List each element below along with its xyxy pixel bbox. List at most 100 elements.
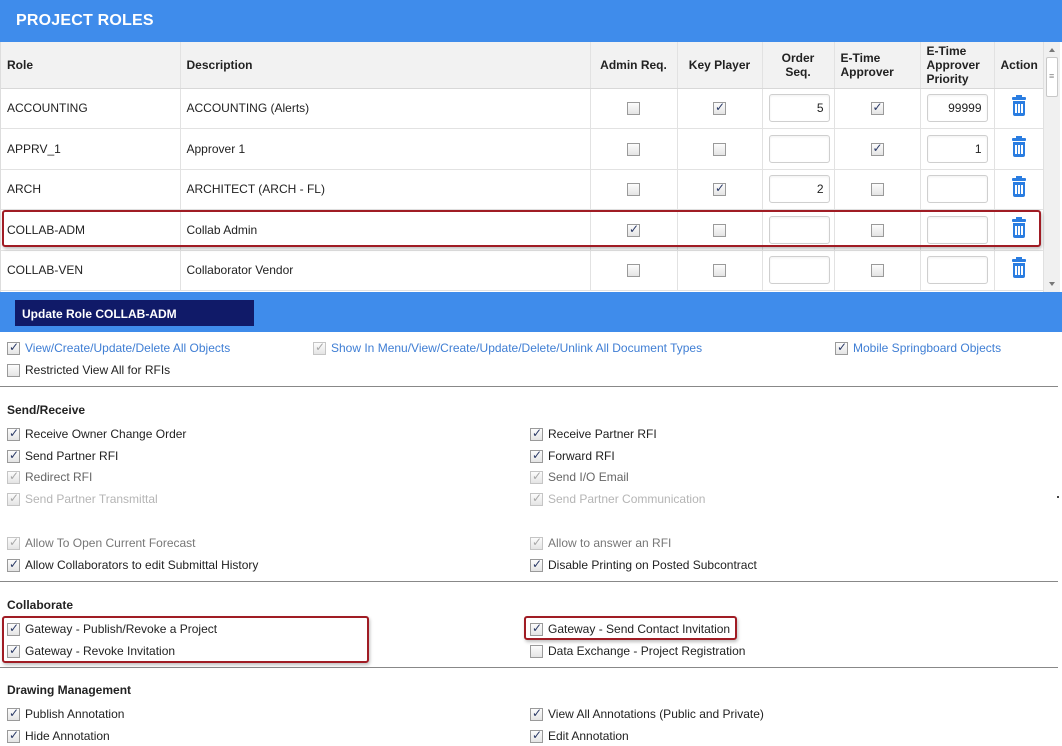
perm-gateway-publish[interactable]: Gateway - Publish/Revoke a Project [7,621,217,636]
perm-send-partner-communication[interactable]: Send Partner Communication [530,491,705,506]
order-seq-input[interactable] [768,94,830,123]
checkbox[interactable] [530,706,543,721]
admin-req-checkbox[interactable] [627,222,640,237]
perm-publish-annotation[interactable]: Publish Annotation [7,706,124,721]
etime-priority-input[interactable] [926,175,988,204]
checkbox[interactable] [7,643,20,658]
checkbox[interactable] [835,340,848,355]
perm-hide-annotation[interactable]: Hide Annotation [7,728,110,743]
table-row[interactable]: ACCOUNTING ACCOUNTING (Alerts) [1,88,1045,129]
perm-mobile-springboard[interactable]: Mobile Springboard Objects [835,340,1001,355]
perm-show-in-menu[interactable]: Show In Menu/View/Create/Update/Delete/U… [313,340,702,355]
etime-priority-input[interactable] [926,134,988,163]
perm-allow-open-forecast[interactable]: Allow To Open Current Forecast [7,535,196,550]
scroll-down-icon[interactable] [1049,282,1055,286]
checkbox[interactable] [7,448,20,463]
perm-disable-printing[interactable]: Disable Printing on Posted Subcontract [530,557,757,572]
checkbox[interactable] [7,491,20,506]
checkbox[interactable] [530,535,543,550]
etime-approver-checkbox[interactable] [870,141,884,156]
checkbox[interactable] [530,448,543,463]
perm-allow-collab-edit[interactable]: Allow Collaborators to edit Submittal Hi… [7,557,258,572]
perm-view-all-annotations[interactable]: View All Annotations (Public and Private… [530,706,764,721]
checkbox[interactable] [530,644,543,658]
perm-label: Receive Owner Change Order [25,427,187,441]
checkbox[interactable] [530,469,543,484]
scroll-thumb[interactable] [1046,57,1058,97]
role-cell: APPRV_1 [1,128,181,170]
checkbox[interactable] [530,491,543,506]
checkbox[interactable] [530,621,543,636]
column-header-key-player[interactable]: Key Player [677,42,763,89]
perm-edit-annotation[interactable]: Edit Annotation [530,728,629,743]
etime-approver-checkbox[interactable] [870,223,884,237]
checkbox[interactable] [7,340,20,355]
perm-gateway-revoke-invite[interactable]: Gateway - Revoke Invitation [7,643,175,658]
order-seq-input[interactable] [768,134,830,163]
order-seq-input[interactable] [768,175,830,204]
checkbox[interactable] [7,469,20,484]
checkbox[interactable] [530,426,543,441]
perm-receive-partner-rfi[interactable]: Receive Partner RFI [530,426,657,441]
perm-receive-owner-co[interactable]: Receive Owner Change Order [7,426,187,441]
checkbox[interactable] [530,557,543,572]
etime-approver-checkbox[interactable] [870,264,884,278]
table-row[interactable]: APPRV_1 Approver 1 [1,128,1045,170]
etime-approver-checkbox[interactable] [870,100,884,116]
perm-forward-rfi[interactable]: Forward RFI [530,448,615,463]
etime-approver-checkbox[interactable] [870,183,884,197]
column-header-etime-approver[interactable]: E-Time Approver [834,42,921,89]
trash-icon[interactable] [1011,257,1027,279]
perm-send-partner-transmittal[interactable]: Send Partner Transmittal [7,491,158,506]
order-seq-input[interactable] [768,215,830,244]
table-row[interactable]: ARCH ARCHITECT (ARCH - FL) [1,169,1045,210]
key-player-checkbox[interactable] [713,142,726,156]
key-player-checkbox[interactable] [713,100,726,116]
checkbox[interactable] [7,363,20,377]
table-row[interactable]: COLLAB-VEN Collaborator Vendor [1,250,1045,291]
column-header-order-seq[interactable]: Order Seq. [762,42,835,89]
etime-priority-input[interactable] [926,94,988,123]
checkbox[interactable] [7,728,20,743]
etime-priority-input[interactable] [926,256,988,285]
scroll-up-icon[interactable] [1049,48,1055,52]
admin-req-checkbox[interactable] [627,264,640,278]
trash-icon[interactable] [1011,95,1027,117]
admin-req-checkbox[interactable] [627,183,640,197]
key-player-checkbox[interactable] [713,264,726,278]
key-player-checkbox[interactable] [713,223,726,237]
key-player-cell [677,128,763,170]
column-header-role[interactable]: Role [1,42,181,89]
table-row[interactable]: COLLAB-ADM Collab Admin [1,209,1045,251]
perm-redirect-rfi[interactable]: Redirect RFI [7,469,92,484]
perm-restricted-view[interactable]: Restricted View All for RFIs [7,363,170,377]
trash-icon[interactable] [1011,216,1027,238]
column-header-etime-priority[interactable]: E-Time Approver Priority [920,42,995,89]
role-cell: COLLAB-VEN [1,250,181,291]
column-header-admin-req[interactable]: Admin Req. [590,42,678,89]
admin-req-checkbox[interactable] [627,142,640,156]
trash-icon[interactable] [1011,135,1027,157]
order-seq-input[interactable] [768,256,830,285]
action-cell [994,128,1045,170]
perm-allow-answer-rfi[interactable]: Allow to answer an RFI [530,535,671,550]
checkbox[interactable] [7,557,20,572]
etime-approver-cell [834,128,921,170]
checkbox[interactable] [7,535,20,550]
perm-send-partner-rfi[interactable]: Send Partner RFI [7,448,118,463]
trash-icon[interactable] [1011,176,1027,198]
etime-priority-input[interactable] [926,215,988,244]
admin-req-checkbox[interactable] [627,102,640,116]
checkbox[interactable] [7,706,20,721]
column-header-description[interactable]: Description [180,42,591,89]
checkbox[interactable] [7,426,20,441]
checkbox[interactable] [7,621,20,636]
roles-table-scrollbar[interactable] [1043,42,1060,292]
checkbox[interactable] [313,340,326,355]
perm-view-all-objects[interactable]: View/Create/Update/Delete All Objects [7,340,230,355]
perm-gateway-send-invite[interactable]: Gateway - Send Contact Invitation [530,621,730,636]
perm-data-exchange[interactable]: Data Exchange - Project Registration [530,644,745,658]
checkbox[interactable] [530,728,543,743]
perm-send-io-email[interactable]: Send I/O Email [530,469,629,484]
key-player-checkbox[interactable] [713,181,726,197]
